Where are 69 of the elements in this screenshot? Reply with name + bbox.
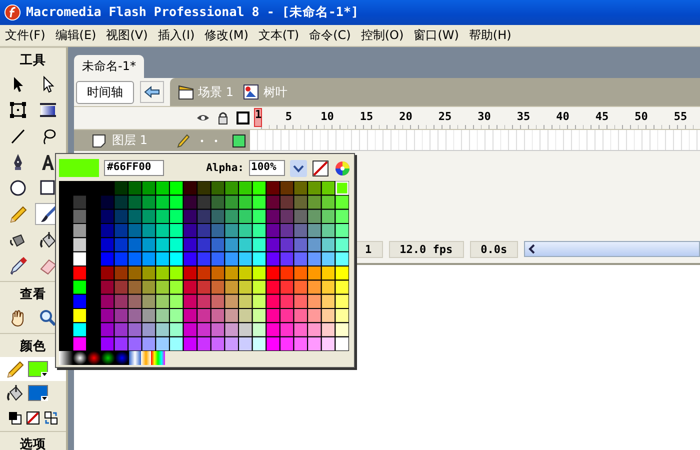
toolbox-title: 工具 — [0, 47, 66, 71]
frame-rate: 12.0 fps — [388, 240, 464, 258]
outline-square-icon[interactable] — [236, 111, 250, 125]
no-color-icon[interactable] — [312, 160, 329, 176]
frame-number: 30 — [478, 110, 491, 123]
fill-color-swatch[interactable] — [28, 385, 48, 401]
frame-number: 10 — [320, 110, 334, 123]
menu-item[interactable]: 命令(C) — [304, 27, 356, 44]
options-section-title: 选项 — [0, 431, 66, 450]
playhead[interactable]: 1 — [254, 108, 262, 127]
menu-item[interactable]: 视图(V) — [101, 27, 153, 44]
elapsed-time: 0.0s — [470, 240, 518, 258]
default-colors-icon[interactable] — [8, 411, 22, 425]
back-button[interactable] — [140, 81, 164, 103]
gradient-box-icon — [39, 101, 57, 119]
line-icon — [9, 127, 27, 145]
dropdown-caret-icon[interactable] — [290, 160, 307, 176]
color-swatch-grid[interactable] — [59, 181, 349, 351]
pencil-icon — [9, 205, 27, 223]
paint-bucket-icon — [6, 384, 24, 402]
frame-number: 5 — [285, 110, 292, 123]
frame-number: 40 — [556, 110, 570, 123]
menu-item[interactable]: 插入(I) — [152, 27, 200, 44]
image-icon — [243, 84, 260, 100]
menu-item[interactable]: 帮助(H) — [464, 27, 516, 44]
transform-box-icon — [9, 101, 27, 119]
swap-colors-icon[interactable] — [44, 411, 58, 425]
clapperboard-icon — [178, 84, 194, 100]
page-icon — [92, 134, 106, 148]
magnifier-icon — [39, 309, 57, 327]
frame-number: 25 — [438, 110, 452, 123]
letter-a-icon — [39, 153, 57, 171]
menu-item[interactable]: 修改(M) — [200, 27, 254, 44]
frame-number: 20 — [399, 110, 412, 123]
horizontal-scrollbar[interactable] — [524, 241, 700, 257]
square-icon — [39, 179, 57, 197]
lock-icon[interactable] — [216, 111, 230, 125]
circle-icon — [9, 179, 27, 197]
current-color-preview — [59, 159, 99, 177]
outline-color-icon[interactable] — [232, 134, 246, 148]
hex-input-field[interactable]: #66FF00 — [104, 160, 164, 176]
menu-item[interactable]: 控制(O) — [356, 27, 409, 44]
document-tab[interactable]: 未命名-1* — [74, 55, 144, 78]
timeline-button[interactable]: 时间轴 — [76, 80, 134, 104]
frame-number: 50 — [634, 110, 648, 123]
stroke-color-swatch[interactable] — [28, 361, 48, 377]
frame-number: 15 — [360, 110, 374, 123]
eyedropper-icon — [9, 257, 27, 275]
window-title: Macromedia Flash Professional 8 - [未命名-1*] — [26, 4, 358, 21]
eraser-icon — [39, 257, 57, 275]
pencil-icon[interactable] — [176, 134, 190, 148]
current-frame: 1 — [354, 240, 383, 258]
color-wheel-icon[interactable] — [334, 160, 351, 176]
menu-item[interactable]: 窗口(W) — [408, 27, 464, 44]
frame-number: 35 — [516, 110, 530, 123]
left-arrow-icon — [144, 86, 160, 98]
brush-icon — [39, 205, 57, 223]
alpha-label: Alpha: — [206, 162, 244, 174]
no-color-icon[interactable] — [26, 411, 40, 425]
menu-item[interactable]: 文件(F) — [0, 27, 50, 44]
gradient-swatches[interactable] — [59, 351, 165, 365]
frame-number: 55 — [674, 110, 688, 123]
frame-number: 45 — [595, 110, 609, 123]
menu-item[interactable]: 文本(T) — [253, 27, 304, 44]
pencil-icon — [6, 360, 24, 378]
paint-bucket-icon — [39, 231, 57, 249]
app-logo-icon — [4, 4, 21, 21]
menu-item[interactable]: 编辑(E) — [50, 27, 102, 44]
alpha-input-field[interactable]: 100% — [249, 160, 285, 176]
